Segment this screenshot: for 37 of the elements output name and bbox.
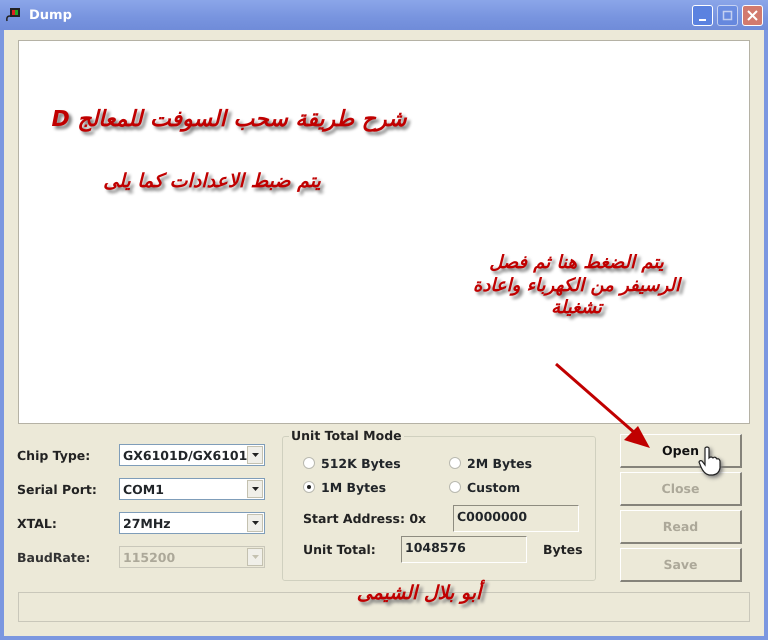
dropdown[interactable]: GX6101D/GX6101 <box>119 444 265 466</box>
radio-button[interactable] <box>303 481 315 493</box>
minimize-icon <box>699 18 706 20</box>
radio-button[interactable] <box>449 457 461 469</box>
field-label: Start Address: 0x <box>303 511 428 526</box>
group-title: Unit Total Mode <box>289 428 404 443</box>
field-label: XTAL: <box>17 516 58 530</box>
caret-icon <box>252 555 258 559</box>
dropdown[interactable]: COM1 <box>119 478 265 500</box>
caret-icon <box>252 487 258 491</box>
field-label: BaudRate: <box>17 550 92 564</box>
field-label: Chip Type: <box>17 448 92 462</box>
hand-cursor-icon <box>698 446 722 476</box>
caret-icon <box>252 521 258 525</box>
unit-label: Bytes <box>543 542 583 557</box>
annotation-text: يتم الضغط هنا ثم فصل الرسيفر من الكهرباء واعادة تشغيلة <box>472 252 684 320</box>
radio-label[interactable]: 512K Bytes <box>321 456 401 470</box>
radio-button[interactable] <box>449 481 461 493</box>
address-field[interactable]: C0000000 <box>453 505 579 532</box>
radio-label[interactable]: Custom <box>467 480 520 494</box>
close-button[interactable] <box>742 4 763 26</box>
radio-label[interactable]: 2M Bytes <box>467 456 532 470</box>
field-label: Unit Total: <box>303 542 377 557</box>
dropdown[interactable]: 27MHz <box>119 512 265 534</box>
app-icon <box>5 7 21 23</box>
annotation-text: شرح طريقة سحب السوفت للمعالج D <box>50 106 408 134</box>
window-title: Dump <box>29 8 72 22</box>
caret-icon <box>252 453 258 457</box>
close-icon <box>747 10 758 20</box>
maximize-icon <box>722 10 733 20</box>
field-label: Serial Port: <box>17 482 98 496</box>
minimize-button[interactable] <box>692 4 713 26</box>
annotation-text: يتم ضبط الاعدادات كما يلى <box>102 170 322 194</box>
total-field[interactable]: 1048576 <box>401 536 527 563</box>
radio-button[interactable] <box>303 457 315 469</box>
radio-label[interactable]: 1M Bytes <box>321 480 386 494</box>
annotation-text: أبو بلال الشيمى <box>334 582 504 606</box>
